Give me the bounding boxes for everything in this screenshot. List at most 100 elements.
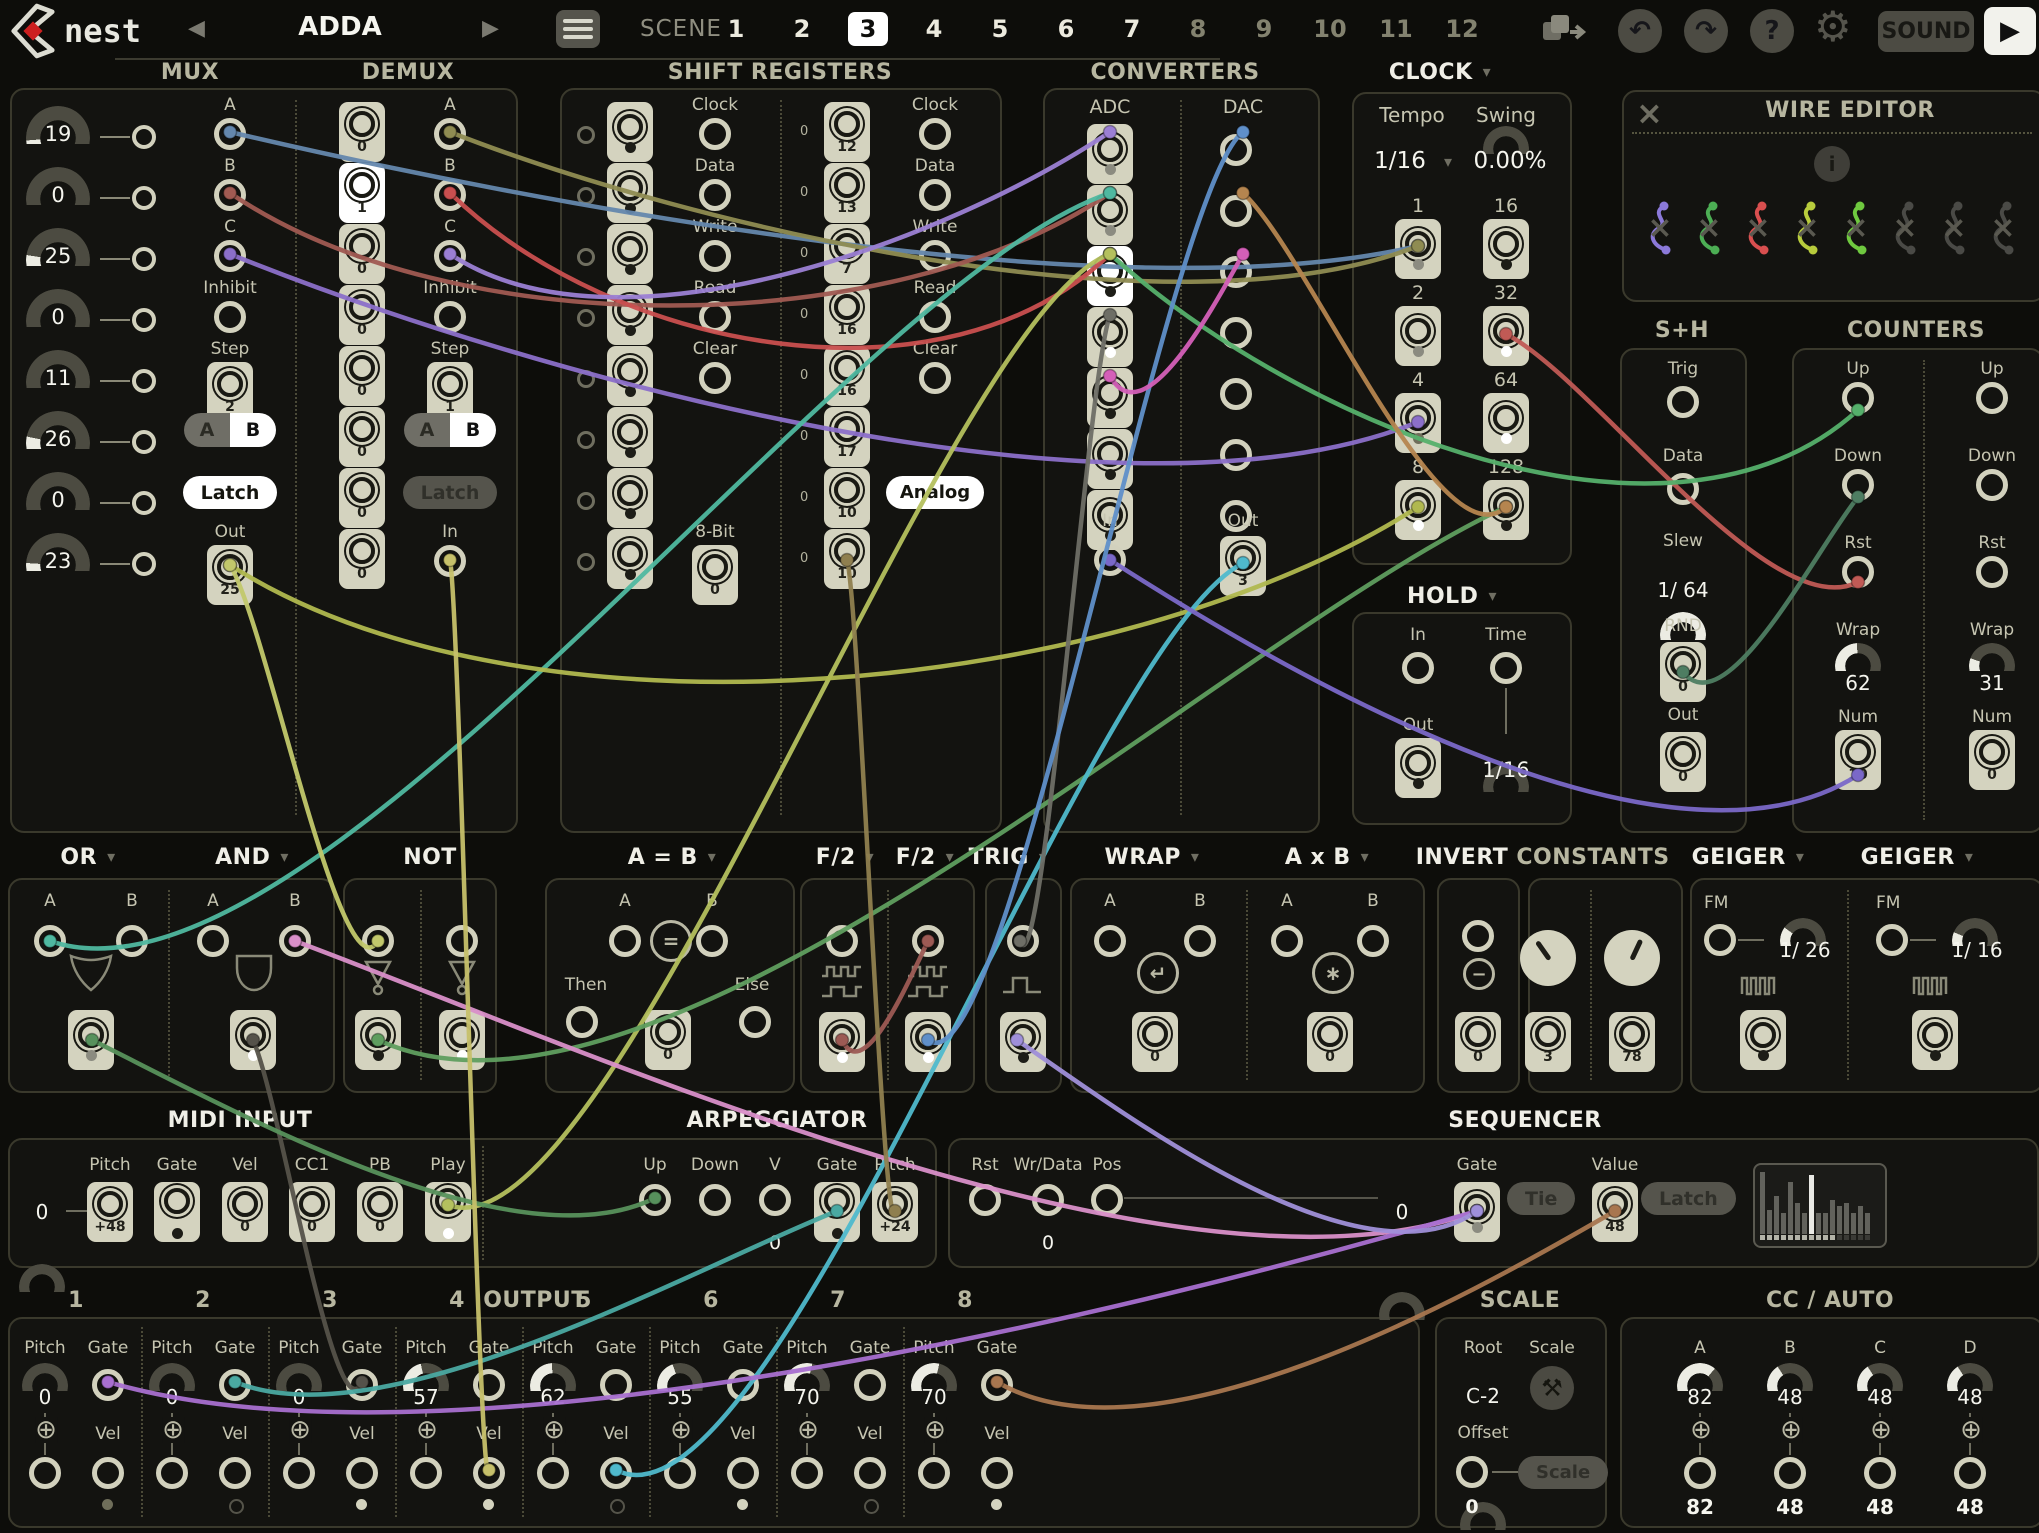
counter-num-jack[interactable]: 10: [1835, 730, 1881, 790]
sr-register-jack[interactable]: [607, 346, 653, 406]
sr1-8bit-jack[interactable]: 0: [692, 545, 738, 605]
adc-jack[interactable]: [1087, 307, 1133, 367]
wire-color-icon[interactable]: ×: [1791, 200, 1823, 256]
not1-in-jack[interactable]: [362, 925, 394, 957]
sr1-clock-jack[interactable]: [699, 118, 731, 150]
seq-step-bar[interactable]: [1823, 1171, 1828, 1240]
section-header[interactable]: CONVERTERS▾: [1090, 60, 1259, 85]
help-button[interactable]: ?: [1750, 9, 1794, 53]
and-b-jack[interactable]: [279, 925, 311, 957]
sr2-analog-button[interactable]: Analog: [886, 476, 984, 509]
output-gate-jack[interactable]: [981, 1369, 1013, 1401]
mux-inhibit-jack[interactable]: [214, 301, 246, 333]
counter-wrap-knob[interactable]: [1835, 643, 1881, 671]
sh-rnd-jack[interactable]: 0: [1660, 642, 1706, 702]
dac-jack[interactable]: [1220, 439, 1252, 471]
scene-number[interactable]: 10: [1310, 12, 1350, 46]
output-vel-jack[interactable]: [219, 1457, 251, 1489]
counter-down-jack[interactable]: [1976, 469, 2008, 501]
counter-rst-jack[interactable]: [1842, 556, 1874, 588]
demux-output-jack[interactable]: 0: [339, 102, 385, 162]
seq-step-bar[interactable]: [1844, 1171, 1849, 1240]
midi-jack[interactable]: 0: [289, 1182, 335, 1242]
adc-jack[interactable]: [1087, 246, 1133, 306]
output-gate-jack[interactable]: [473, 1369, 505, 1401]
wire-editor-close-icon[interactable]: ×: [1636, 94, 1663, 132]
output-pitch-cv-jack[interactable]: [156, 1457, 188, 1489]
sh-trig-jack[interactable]: [1667, 386, 1699, 418]
f2a-in-jack[interactable]: [826, 925, 858, 957]
seq-step-display[interactable]: [1753, 1163, 1887, 1248]
mux-out-jack[interactable]: 25: [207, 545, 253, 605]
demux-in-jack[interactable]: [434, 545, 466, 577]
output-pitch-cv-jack[interactable]: [537, 1457, 569, 1489]
sr-register-jack[interactable]: 17: [824, 407, 870, 467]
seq-step-bar[interactable]: [1788, 1171, 1793, 1240]
clock-div-jack[interactable]: [1395, 393, 1441, 453]
wire-color-icon[interactable]: ×: [1987, 200, 2019, 256]
scale-tools-icon[interactable]: ⚒: [1530, 1366, 1574, 1410]
section-header[interactable]: CLOCK▾: [1389, 60, 1491, 85]
adc-jack[interactable]: [1087, 124, 1133, 184]
output-pitch-cv-jack[interactable]: [29, 1457, 61, 1489]
output-pitch-cv-jack[interactable]: [283, 1457, 315, 1489]
seq-step-bar[interactable]: [1795, 1171, 1800, 1240]
dac-jack[interactable]: [1220, 256, 1252, 288]
output-vel-jack[interactable]: [473, 1457, 505, 1489]
output-gate-jack[interactable]: [92, 1369, 124, 1401]
sr-register-jack[interactable]: 13: [824, 163, 870, 223]
cc-jack[interactable]: [1684, 1457, 1716, 1489]
sr2-read-jack[interactable]: [919, 301, 951, 333]
counter-down-jack[interactable]: [1842, 469, 1874, 501]
module-header[interactable]: GEIGER▾: [1861, 845, 1974, 870]
dac-jack[interactable]: [1220, 378, 1252, 410]
demux-a-jack[interactable]: [434, 118, 466, 150]
seq-step-bar[interactable]: [1816, 1171, 1821, 1240]
arp-jack[interactable]: [759, 1184, 791, 1216]
midi-jack[interactable]: [154, 1182, 200, 1242]
output-vel-jack[interactable]: [981, 1457, 1013, 1489]
clock-div-jack[interactable]: [1483, 306, 1529, 366]
patch-next-button[interactable]: ▶: [482, 16, 499, 41]
wire-color-icon[interactable]: ×: [1693, 200, 1725, 256]
knob-port-jack[interactable]: [132, 430, 156, 454]
f2b-in-jack[interactable]: [912, 925, 944, 957]
settings-icon[interactable]: ⚙: [1814, 2, 1852, 51]
sr-register-jack[interactable]: 10: [824, 468, 870, 528]
tempo-dropdown-icon[interactable]: ▾: [1444, 152, 1452, 171]
scene-number[interactable]: 8: [1178, 12, 1218, 46]
demux-output-jack[interactable]: 0: [339, 224, 385, 284]
sound-button[interactable]: SOUND: [1878, 11, 1974, 52]
or-out-jack[interactable]: [68, 1010, 114, 1070]
scene-number[interactable]: 5: [980, 12, 1020, 46]
trig-in-jack[interactable]: [1007, 925, 1039, 957]
module-header[interactable]: AND▾: [215, 845, 289, 870]
module-header[interactable]: A = B▾: [628, 845, 717, 870]
seq-latch-button[interactable]: Latch: [1641, 1182, 1736, 1215]
output-vel-jack[interactable]: [346, 1457, 378, 1489]
scene-number[interactable]: 2: [782, 12, 822, 46]
scene-number[interactable]: 4: [914, 12, 954, 46]
sr2-clock-jack[interactable]: [919, 118, 951, 150]
geiger-fm-jack[interactable]: [1704, 924, 1736, 956]
geiger-out-jack[interactable]: [1740, 1010, 1786, 1070]
module-header[interactable]: F/2▾: [896, 845, 954, 870]
sh-data-jack[interactable]: [1667, 473, 1699, 505]
clock-div-jack[interactable]: [1483, 480, 1529, 540]
module-header[interactable]: NOT▾: [403, 845, 457, 870]
dac-jack[interactable]: [1220, 134, 1252, 166]
wire-color-icon[interactable]: ×: [1889, 200, 1921, 256]
demux-output-jack[interactable]: 0: [339, 285, 385, 345]
wrap-a-jack[interactable]: [1094, 925, 1126, 957]
section-header[interactable]: MUX▾: [161, 60, 219, 85]
output-vel-jack[interactable]: [854, 1457, 886, 1489]
counter-rst-jack[interactable]: [1976, 556, 2008, 588]
sr-register-jack[interactable]: [607, 163, 653, 223]
aeqb-then-jack[interactable]: [566, 1006, 598, 1038]
mux-a-jack[interactable]: [214, 118, 246, 150]
scene-number[interactable]: 3: [848, 12, 888, 46]
wire-color-icon[interactable]: ×: [1742, 200, 1774, 256]
axb-out-jack[interactable]: 0: [1307, 1012, 1353, 1072]
sr-register-jack[interactable]: 7: [824, 224, 870, 284]
constant2-out-jack[interactable]: 78: [1609, 1012, 1655, 1072]
